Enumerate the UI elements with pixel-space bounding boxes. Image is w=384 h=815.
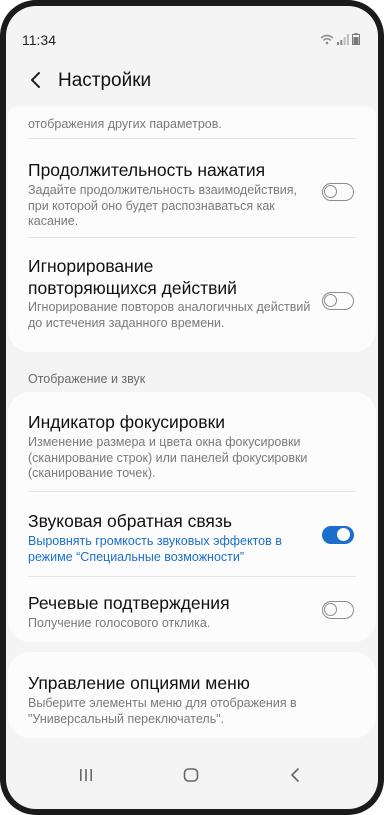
item-title: Продолжительность нажатия — [28, 160, 266, 180]
settings-card-1: отображения других параметров. Продолжит… — [8, 106, 376, 352]
item-subtitle: Задайте продолжительность взаимодействия… — [28, 183, 297, 228]
item-subtitle: Изменение размера и цвета окна фокусиров… — [28, 435, 308, 480]
item-subtitle: Получение голосового отклика. — [28, 616, 211, 630]
toggle-knob — [324, 185, 337, 198]
list-item-voice-confirm[interactable]: Речевые подтверждения Получение голосово… — [8, 577, 376, 642]
toggle-knob — [324, 603, 337, 616]
navigation-bar — [6, 748, 378, 798]
settings-card-3: Управление опциями меню Выберите элемент… — [8, 652, 376, 738]
wifi-icon — [320, 34, 334, 45]
page-title: Настройки — [58, 70, 152, 91]
press-duration-toggle[interactable] — [322, 183, 354, 201]
settings-card-2: Индикатор фокусировки Изменение размера … — [8, 392, 376, 642]
section-label: Отображение и звук — [28, 372, 146, 386]
clipped-description: отображения других параметров. — [28, 117, 222, 131]
list-item-sound-feedback[interactable]: Звуковая обратная связь Выровнять громко… — [8, 492, 376, 576]
back-icon[interactable] — [284, 764, 306, 786]
list-item-focus-indicator[interactable]: Индикатор фокусировки Изменение размера … — [8, 392, 376, 491]
item-title: Речевые подтверждения — [28, 593, 230, 613]
item-subtitle: Выровнять громкость звуковых эффектов в … — [28, 534, 282, 564]
chevron-left-icon[interactable] — [24, 68, 48, 92]
list-item-menu-options[interactable]: Управление опциями меню Выберите элемент… — [8, 652, 376, 738]
voice-confirm-toggle[interactable] — [322, 601, 354, 619]
status-bar: 11:34 — [6, 6, 378, 48]
battery-icon — [352, 33, 360, 45]
list-item-ignore-repeated[interactable]: Игнорирование повторяющихся действий Игн… — [8, 238, 376, 352]
item-subtitle: Игнорирование повторов аналогичных дейст… — [28, 300, 311, 330]
toggle-knob — [337, 528, 350, 541]
item-title: Звуковая обратная связь — [28, 511, 233, 531]
item-title: Игнорирование повторяющихся действий — [28, 256, 237, 298]
signal-icon — [337, 34, 349, 45]
app-bar: Настройки — [6, 61, 378, 101]
status-icons — [320, 33, 360, 45]
screen: 11:34 Настройки отображения других парам… — [6, 6, 378, 809]
item-title: Управление опциями меню — [28, 673, 250, 693]
item-title: Индикатор фокусировки — [28, 412, 226, 432]
phone-frame: 11:34 Настройки отображения других парам… — [0, 0, 384, 815]
sound-feedback-toggle[interactable] — [322, 526, 354, 544]
ignore-repeated-toggle[interactable] — [322, 292, 354, 310]
item-subtitle: Выберите элементы меню для отображения в… — [28, 696, 297, 726]
status-time: 11:34 — [22, 32, 56, 48]
toggle-knob — [324, 294, 337, 307]
recents-icon[interactable] — [75, 764, 97, 786]
list-item-press-duration[interactable]: Продолжительность нажатия Задайте продол… — [8, 139, 376, 237]
home-icon[interactable] — [180, 764, 202, 786]
